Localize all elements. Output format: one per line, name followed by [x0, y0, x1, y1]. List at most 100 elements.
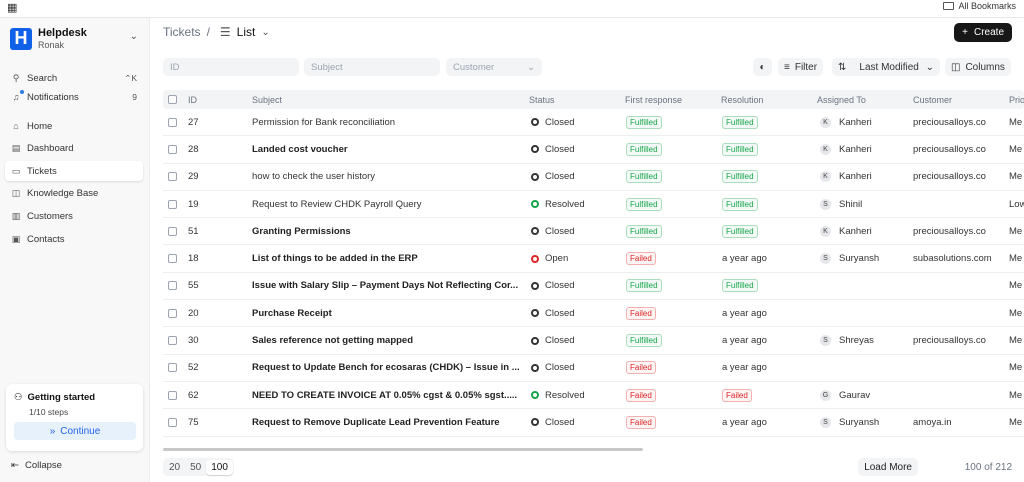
table-row[interactable]: 28 Landed cost voucher Closed Fulfilled Fulf…	[163, 136, 1024, 164]
brand-switcher[interactable]: H Helpdesk Ronak ⌄	[10, 27, 142, 50]
first-response-badge: Fulfilled	[626, 334, 662, 348]
ticket-subject[interactable]: Issue with Salary Slip – Payment Days No…	[252, 273, 522, 299]
refresh-button[interactable]: ◐	[753, 58, 772, 76]
ticket-subject[interactable]: Purchase Receipt	[252, 300, 522, 326]
select-all-checkbox[interactable]	[168, 95, 177, 104]
resolution-text: a year ago	[722, 362, 767, 374]
row-checkbox[interactable]	[168, 336, 177, 346]
row-checkbox[interactable]	[168, 417, 177, 427]
table-row[interactable]: 62 NEED TO CREATE INVOICE AT 0.05% cgst &…	[163, 382, 1024, 410]
sidebar-item-knowledge-base[interactable]: ◫ Knowledge Base	[5, 183, 143, 203]
table-row[interactable]: 27 Permission for Bank reconciliation Clos…	[163, 109, 1024, 137]
steps-icon: ⚇	[14, 392, 23, 403]
row-checkbox[interactable]	[168, 363, 177, 373]
first-response-badge: Failed	[626, 252, 656, 266]
table-row[interactable]: 30 Sales reference not getting mapped Clos…	[163, 327, 1024, 355]
page-size-20[interactable]: 20	[164, 460, 185, 475]
sidebar-notifications[interactable]: ♫ Notifications 9	[5, 87, 143, 107]
col-id[interactable]: ID	[188, 90, 197, 109]
customer-filter-select[interactable]: Customer ⌄	[446, 58, 542, 76]
columns-button[interactable]: ◫ Columns	[945, 58, 1011, 76]
filter-icon: ≡	[784, 61, 790, 73]
ticket-subject[interactable]: NEED TO CREATE INVOICE AT 0.05% cgst & 0…	[252, 382, 522, 408]
table-row[interactable]: 55 Issue with Salary Slip – Payment Days …	[163, 273, 1024, 301]
sidebar-item-dashboard[interactable]: ▤ Dashboard	[5, 138, 143, 158]
col-customer[interactable]: Customer	[913, 90, 952, 109]
row-checkbox[interactable]	[168, 281, 177, 291]
table-row[interactable]: 51 Granting Permissions Closed Fulfilled Ful…	[163, 218, 1024, 246]
ticket-subject[interactable]: how to check the user history	[252, 164, 522, 190]
priority-label: Me	[1009, 280, 1023, 292]
subject-filter-input[interactable]	[304, 58, 440, 76]
row-checkbox[interactable]	[168, 172, 177, 182]
customer-name: preciousalloys.co	[913, 225, 986, 237]
col-priority[interactable]: Prio	[1009, 90, 1024, 109]
row-checkbox[interactable]	[168, 199, 177, 209]
sidebar-item-label: Knowledge Base	[27, 187, 99, 199]
table-body: 27 Permission for Bank reconciliation Clos…	[163, 109, 1024, 437]
col-status[interactable]: Status	[529, 90, 555, 109]
sidebar-item-customers[interactable]: ▥ Customers	[5, 206, 143, 226]
col-subject[interactable]: Subject	[252, 90, 282, 109]
id-filter-input[interactable]	[163, 58, 299, 76]
sidebar-item-tickets[interactable]: ▭ Tickets	[5, 161, 143, 181]
sidebar-search-label: Search	[27, 72, 58, 84]
priority-label: Me	[1009, 116, 1023, 128]
sort-icon: ⇅	[838, 61, 847, 73]
create-button[interactable]: + Create	[954, 23, 1012, 42]
table-row[interactable]: 75 Request to Remove Duplicate Lead Preve…	[163, 409, 1024, 437]
status-label: Closed	[545, 225, 575, 237]
status-icon	[531, 118, 539, 127]
row-checkbox[interactable]	[168, 254, 177, 264]
col-first-response[interactable]: First response	[625, 90, 682, 109]
ticket-subject[interactable]: Request to Update Bench for ecosaras (CH…	[252, 355, 522, 381]
ticket-subject[interactable]: Granting Permissions	[252, 218, 522, 244]
ticket-id: 52	[188, 362, 199, 374]
table-row[interactable]: 52 Request to Update Bench for ecosaras (…	[163, 355, 1024, 382]
col-resolution[interactable]: Resolution	[721, 90, 764, 109]
ticket-subject[interactable]: Request to Review CHDK Payroll Query	[252, 191, 522, 217]
ticket-subject[interactable]: Permission for Bank reconciliation	[252, 109, 522, 135]
contact-icon: ▣	[11, 233, 21, 244]
row-checkbox[interactable]	[168, 144, 177, 154]
table-row[interactable]: 29 how to check the user history Closed Ful…	[163, 164, 1024, 191]
status-label: Closed	[545, 280, 575, 292]
load-more-button[interactable]: Load More	[858, 458, 918, 476]
horizontal-scrollbar[interactable]	[163, 448, 643, 451]
col-assigned-to[interactable]: Assigned To	[817, 90, 866, 109]
chevron-down-icon: ⌄	[129, 31, 138, 42]
apps-grid-icon[interactable]: ▦	[7, 1, 17, 14]
table-row[interactable]: 18 List of things to be added in the ERP O…	[163, 245, 1024, 273]
status-label: Closed	[545, 307, 575, 319]
sidebar: H Helpdesk Ronak ⌄ ⚲ Search ⌃K ♫ Notific…	[0, 18, 150, 482]
view-switcher[interactable]: List	[237, 25, 256, 39]
ticket-subject[interactable]: List of things to be added in the ERP	[252, 245, 522, 271]
ticket-subject[interactable]: Sales reference not getting mapped	[252, 327, 522, 353]
row-checkbox[interactable]	[168, 308, 177, 318]
page-size-50[interactable]: 50	[185, 460, 206, 475]
table-row[interactable]: 19 Request to Review CHDK Payroll Query Re…	[163, 191, 1024, 219]
priority-label: Me	[1009, 389, 1023, 401]
filter-button[interactable]: ≡ Filter	[778, 58, 824, 76]
continue-button[interactable]: » Continue	[14, 422, 136, 440]
table-row[interactable]: 20 Purchase Receipt Closed Failed a year ago…	[163, 300, 1024, 328]
sidebar-item-home[interactable]: ⌂ Home	[5, 116, 143, 136]
breadcrumb-tickets[interactable]: Tickets	[163, 25, 201, 39]
ticket-subject[interactable]: Request to Remove Duplicate Lead Prevent…	[252, 409, 522, 435]
sort-button[interactable]: ⇅ Last Modified ⌄	[832, 58, 940, 76]
ticket-subject[interactable]: Landed cost voucher	[252, 136, 522, 162]
sidebar-item-contacts[interactable]: ▣ Contacts	[5, 229, 143, 249]
row-checkbox[interactable]	[168, 117, 177, 127]
resolution-badge: Fulfilled	[722, 197, 758, 211]
page-size-100[interactable]: 100	[206, 459, 233, 475]
chevron-down-icon[interactable]: ⌄	[261, 27, 269, 38]
collapse-sidebar-button[interactable]: ⇤ Collapse	[11, 460, 62, 471]
chevrons-right-icon: »	[49, 425, 56, 437]
refresh-icon: ◐	[759, 61, 766, 73]
ticket-id: 30	[188, 335, 199, 347]
resolution-badge: Fulfilled	[722, 170, 758, 184]
all-bookmarks-button[interactable]: All Bookmarks	[943, 1, 1016, 11]
row-checkbox[interactable]	[168, 390, 177, 400]
row-checkbox[interactable]	[168, 226, 177, 236]
sidebar-search[interactable]: ⚲ Search ⌃K	[5, 68, 143, 88]
